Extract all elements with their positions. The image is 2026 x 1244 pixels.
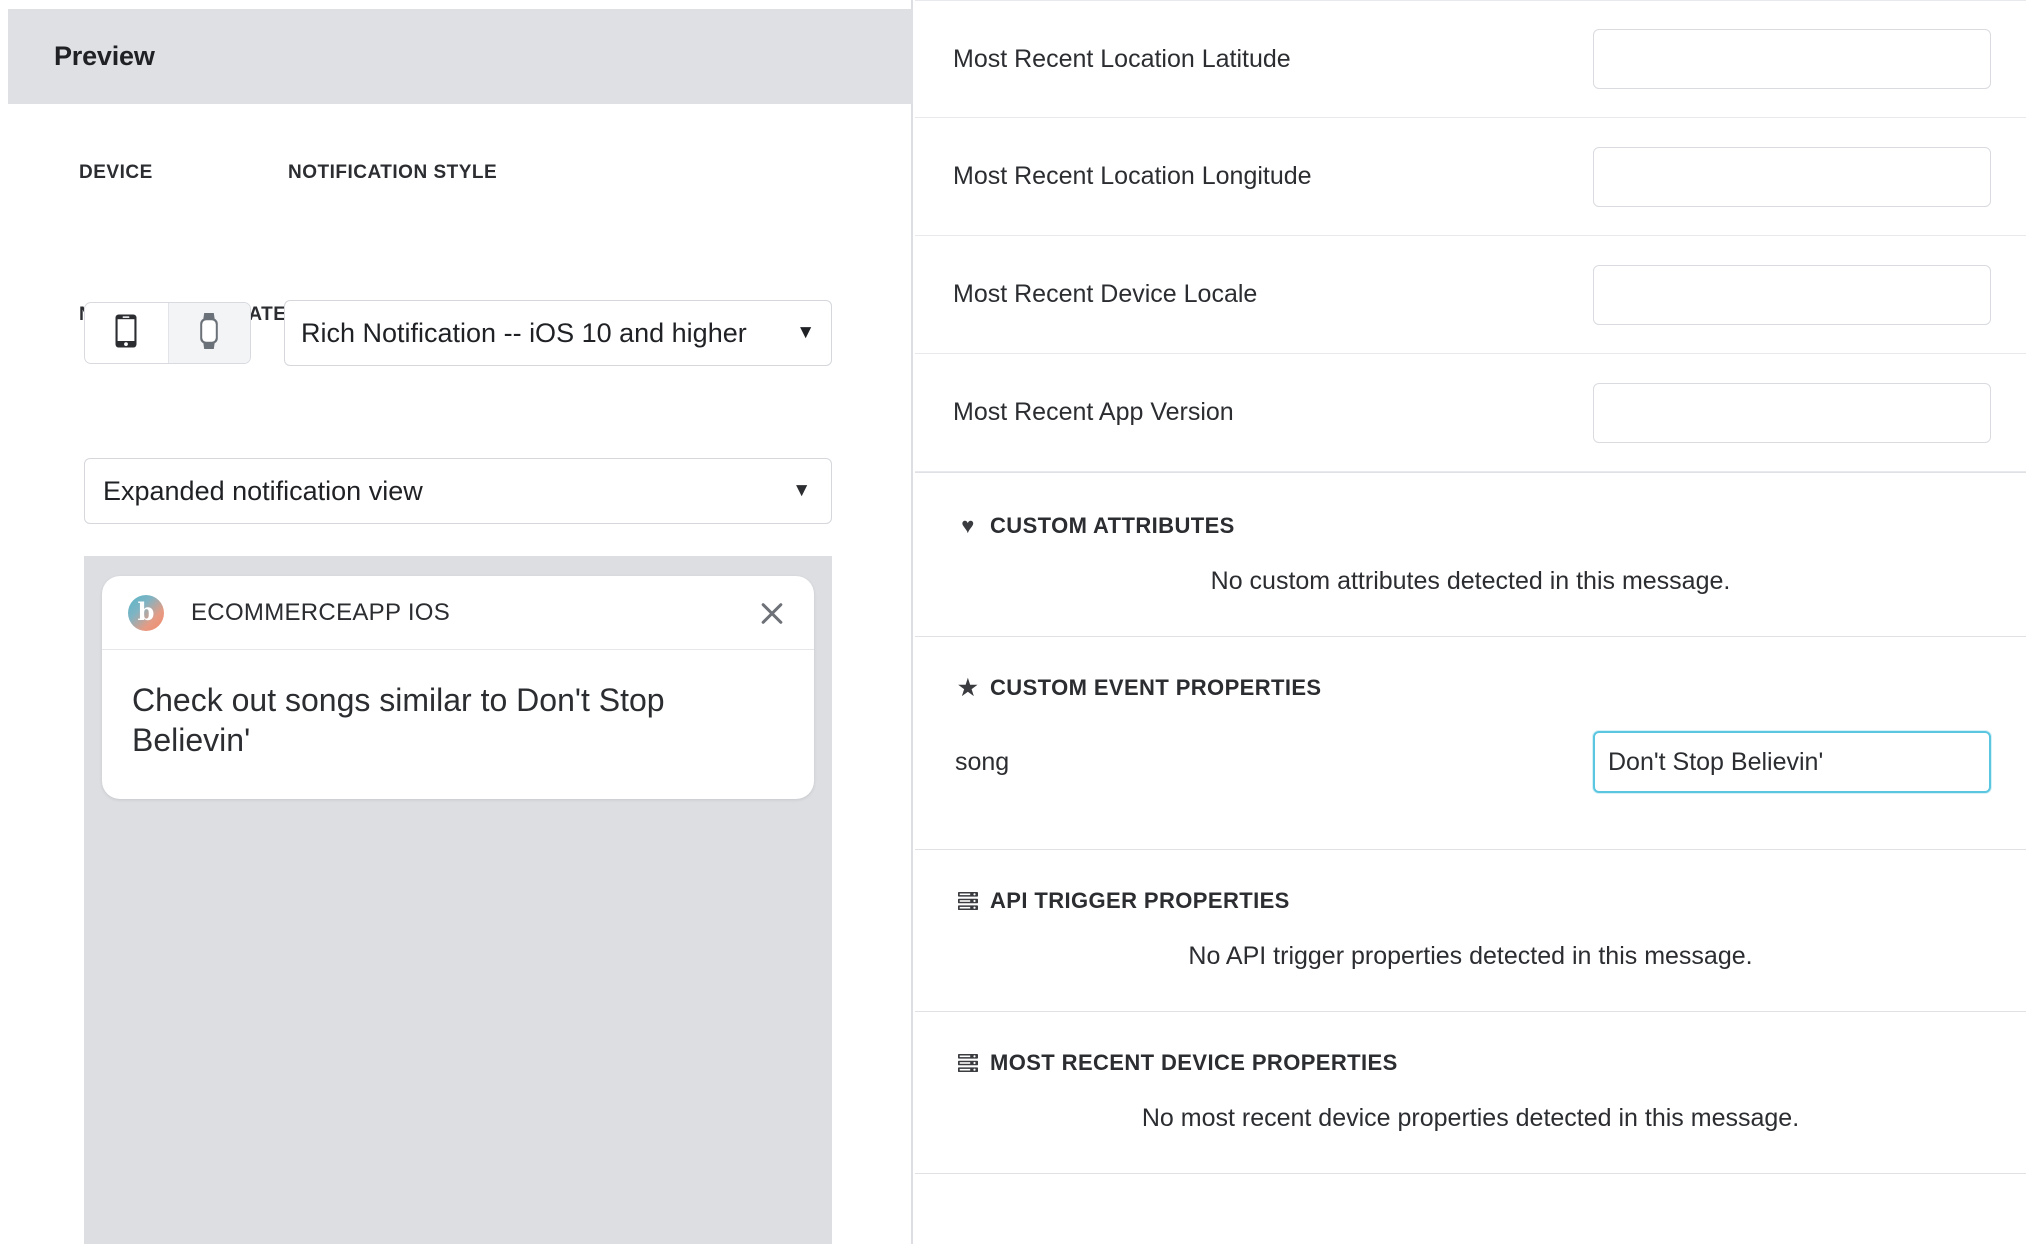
chevron-down-icon: ▼ — [792, 480, 811, 501]
most-recent-location-longitude-input[interactable] — [1593, 146, 1991, 207]
most-recent-device-properties-heading: MOST RECENT DEVICE PROPERTIES — [915, 1050, 2026, 1076]
notification-card-header: b ECOMMERCEAPP IOS — [102, 576, 814, 650]
api-trigger-properties-heading: API TRIGGER PROPERTIES — [915, 888, 2026, 914]
message-properties-panel: Most Recent Location Latitude Most Recen… — [915, 0, 2026, 1244]
device-label: DEVICE — [79, 162, 153, 183]
song-property-input[interactable] — [1593, 731, 1991, 793]
custom-event-properties-section: ★ CUSTOM EVENT PROPERTIES song — [915, 636, 2026, 849]
most-recent-app-version-input[interactable] — [1593, 382, 1991, 443]
section-title-text: CUSTOM ATTRIBUTES — [990, 513, 1235, 538]
section-title-text: API TRIGGER PROPERTIES — [990, 888, 1290, 913]
most-recent-device-properties-section: MOST RECENT DEVICE PROPERTIES No most re… — [915, 1011, 2026, 1173]
server-stack-icon — [955, 1050, 981, 1076]
preview-panel: Preview DEVICE NOTIFICATION STYLE NOTIFI… — [0, 0, 913, 1244]
attribute-label: Most Recent Location Latitude — [953, 44, 1291, 73]
notification-card: b ECOMMERCEAPP IOS Check out songs simil… — [102, 576, 814, 799]
heart-icon: ♥ — [961, 513, 975, 538]
custom-event-properties-heading: ★ CUSTOM EVENT PROPERTIES — [915, 675, 2026, 701]
watch-icon — [198, 312, 220, 354]
notification-preview-stage: b ECOMMERCEAPP IOS Check out songs simil… — [84, 556, 832, 1244]
event-property-name: song — [955, 747, 1010, 776]
close-icon[interactable] — [754, 595, 790, 631]
notification-style-label: NOTIFICATION STYLE — [288, 162, 498, 183]
custom-attributes-empty-message: No custom attributes detected in this me… — [1210, 567, 1731, 595]
chevron-down-icon: ▼ — [796, 322, 815, 343]
notification-state-select[interactable]: Expanded notification view ▼ — [84, 458, 832, 524]
table-row: Most Recent Location Longitude — [915, 118, 2026, 236]
notification-message: Check out songs similar to Don't Stop Be… — [132, 682, 665, 759]
most-recent-device-properties-empty-message: No most recent device properties detecte… — [1141, 1104, 1800, 1132]
attribute-label: Most Recent Device Locale — [953, 280, 1258, 308]
notification-app-name: ECOMMERCEAPP IOS — [191, 598, 451, 626]
api-trigger-properties-empty-message: No API trigger properties detected in th… — [1188, 942, 1753, 970]
phone-icon — [115, 314, 137, 353]
section-title-text: CUSTOM EVENT PROPERTIES — [990, 675, 1322, 700]
app-logo-letter: b — [137, 596, 155, 626]
device-toggle-group[interactable] — [84, 302, 251, 364]
custom-attributes-section: ♥ CUSTOM ATTRIBUTES No custom attributes… — [915, 472, 2026, 636]
most-recent-location-latitude-input[interactable] — [1593, 29, 1991, 89]
table-row: Most Recent Device Locale — [915, 236, 2026, 354]
star-icon: ★ — [957, 675, 979, 700]
server-stack-icon — [955, 888, 981, 914]
section-divider — [915, 1173, 2026, 1174]
attribute-label: Most Recent App Version — [953, 398, 1234, 426]
api-trigger-properties-section: API TRIGGER PROPERTIES No API trigger pr… — [915, 849, 2026, 1011]
attribute-label: Most Recent Location Longitude — [953, 162, 1312, 190]
page-title: Preview — [54, 41, 155, 71]
notification-style-select[interactable]: Rich Notification -- iOS 10 and higher ▼ — [284, 300, 832, 366]
notification-state-value: Expanded notification view — [103, 475, 423, 506]
app-root: Preview DEVICE NOTIFICATION STYLE NOTIFI… — [0, 0, 2026, 1244]
section-title-text: MOST RECENT DEVICE PROPERTIES — [990, 1050, 1398, 1075]
preview-header: Preview — [8, 9, 913, 104]
app-logo-icon: b — [128, 594, 164, 631]
list-item: song — [915, 701, 2026, 823]
phone-device-option[interactable] — [85, 303, 168, 363]
custom-attributes-heading: ♥ CUSTOM ATTRIBUTES — [915, 513, 2026, 539]
table-row: Most Recent Location Latitude — [915, 0, 2026, 118]
watch-device-option[interactable] — [167, 303, 250, 363]
most-recent-device-locale-input[interactable] — [1593, 264, 1991, 325]
notification-style-value: Rich Notification -- iOS 10 and higher — [301, 317, 747, 348]
table-row: Most Recent App Version — [915, 354, 2026, 472]
